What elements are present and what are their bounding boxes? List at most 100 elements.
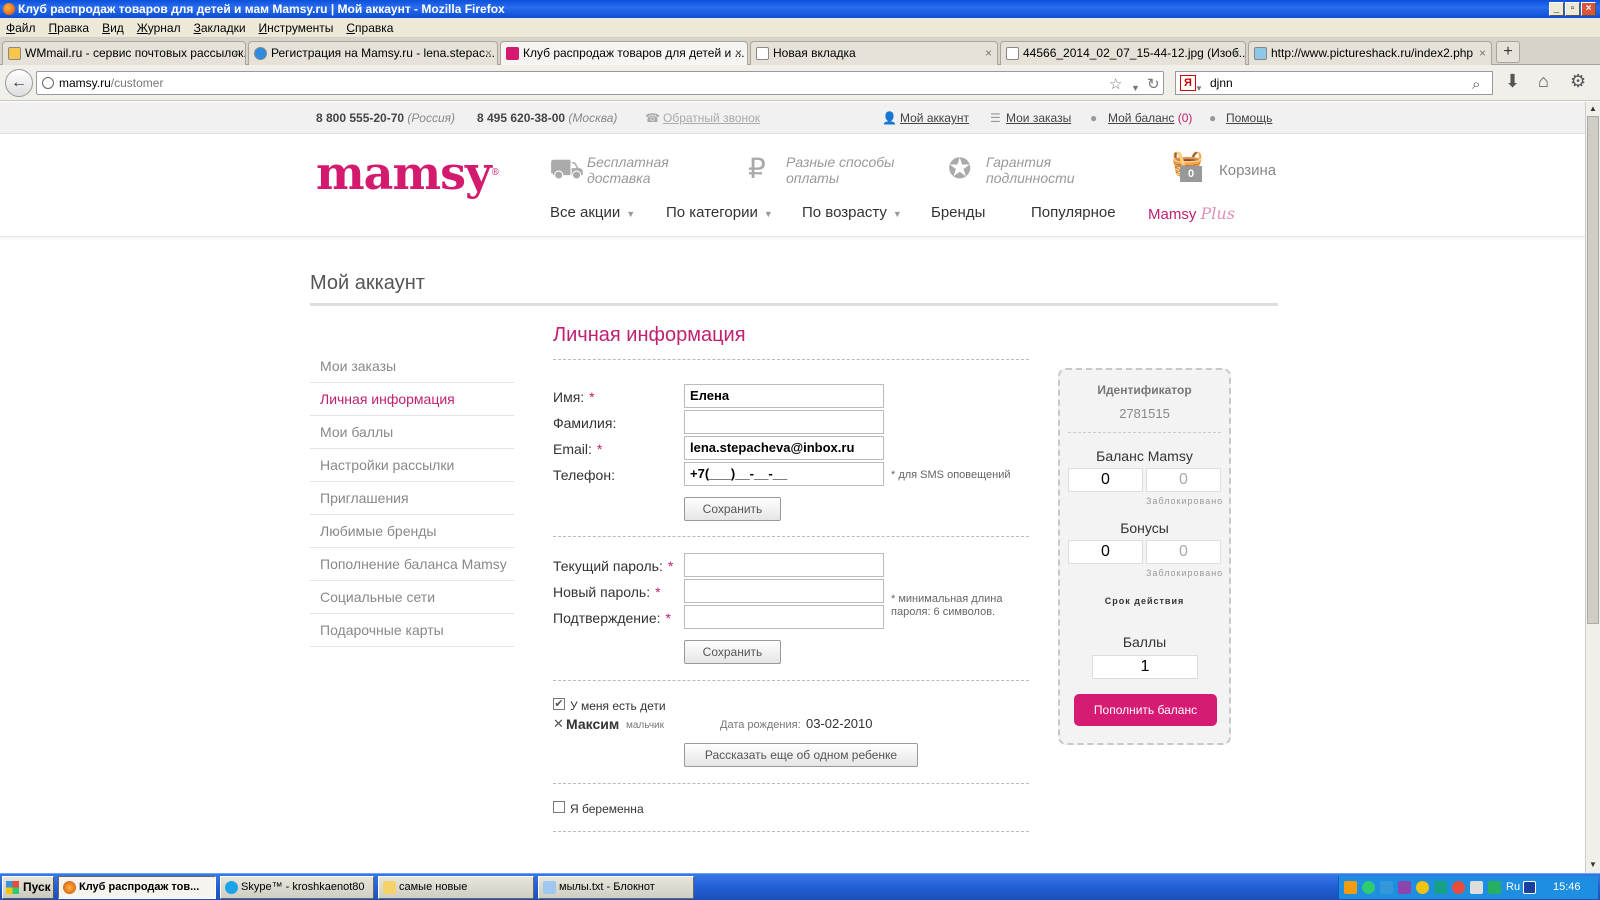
minimize-button[interactable]: _ [1549,2,1564,16]
bookmark-star-icon[interactable]: ☆ [1109,74,1122,96]
yandex-icon[interactable]: Я [1180,75,1196,91]
menu-file[interactable]: Файл [6,18,36,37]
language-indicator[interactable]: Ru [1506,876,1520,899]
password-hint: * минимальная длина пароля: 6 символов. [891,593,1003,618]
tab-registration[interactable]: Регистрация на Mamsy.ru - lena.stepac...… [248,41,498,65]
new-tab-button[interactable]: + [1496,41,1520,63]
save-personal-button[interactable]: Сохранить [684,497,781,521]
close-tab-icon[interactable]: × [1479,42,1486,64]
sidebar-item-favorite-brands[interactable]: Любимые бренды [310,515,514,548]
close-tab-icon[interactable]: × [485,42,492,64]
maximize-button[interactable]: ▫ [1565,2,1580,16]
tray-app-icon[interactable] [1523,881,1536,894]
tray-app-icon[interactable] [1362,881,1375,894]
nav-categories[interactable]: По категории ▼ [666,204,773,221]
scroll-down-icon[interactable]: ▼ [1586,858,1600,872]
reload-icon[interactable]: ↻ [1147,74,1160,96]
close-tab-icon[interactable]: × [1233,42,1240,64]
tab-image[interactable]: 44566_2014_02_07_15-44-12.jpg (Изоб... × [1000,41,1246,65]
logo-text: mamsy [316,146,492,200]
nav-all-sales[interactable]: Все акции ▼ [550,204,635,221]
has-children-checkbox[interactable]: ✔ [553,698,565,710]
search-input[interactable]: Я ▼ djnn ⌕ [1175,71,1493,95]
cart-button[interactable]: 🧺 0 Корзина [1171,148,1276,182]
sidebar-item-social[interactable]: Социальные сети [310,581,514,614]
tray-app-icon[interactable] [1470,881,1483,894]
page-scrollbar[interactable]: ▲ ▼ [1585,102,1600,873]
nav-brands[interactable]: Бренды [931,204,985,221]
nav-popular[interactable]: Популярное [1031,204,1116,221]
first-name-field[interactable]: Елена [684,384,884,408]
help-link[interactable]: Помощь [1226,102,1272,134]
taskbar-label: Клуб распродаж тов... [79,881,200,893]
tray-app-icon[interactable] [1398,881,1411,894]
close-tab-icon[interactable]: × [735,42,742,64]
nav-by-age[interactable]: По возрасту ▼ [802,204,902,221]
tab-wmmail[interactable]: WMmail.ru - сервис почтовых рассылок... … [2,41,246,65]
tray-app-icon[interactable] [1380,881,1393,894]
tray-app-icon[interactable] [1344,881,1357,894]
orders-list-icon: ☰ [990,111,1001,125]
tray-app-icon[interactable] [1434,881,1447,894]
menu-bookmarks[interactable]: Закладки [194,18,246,37]
search-engine-dropdown-icon[interactable]: ▼ [1195,78,1203,100]
close-tab-icon[interactable]: × [985,42,992,64]
current-password-field[interactable] [684,553,884,577]
search-icon[interactable]: ⌕ [1472,74,1480,96]
menu-view[interactable]: Вид [102,18,124,37]
topup-balance-button[interactable]: Пополнить баланс [1074,694,1217,726]
tab-pictureshack[interactable]: http://www.pictureshack.ru/index2.php × [1248,41,1492,65]
tab-label: Регистрация на Mamsy.ru - lena.stepac... [271,46,495,60]
back-button[interactable]: ← [5,69,33,97]
taskbar-item-folder[interactable]: самые новые [378,876,534,899]
my-account-link[interactable]: Мой аккаунт [900,102,969,134]
history-dropdown-icon[interactable]: ▼ [1131,77,1140,99]
taskbar-item-skype[interactable]: Skype™ - kroshkaenot80 [220,876,374,899]
sidebar-item-orders[interactable]: Мои заказы [310,350,514,383]
add-child-button[interactable]: Рассказать еще об одном ребенке [684,743,918,767]
my-orders-link[interactable]: Мои заказы [1006,102,1071,134]
scroll-up-icon[interactable]: ▲ [1586,102,1600,116]
tray-app-icon[interactable] [1452,881,1465,894]
remove-child-icon[interactable]: ✕ [553,716,564,732]
tray-app-icon[interactable] [1488,881,1501,894]
menu-help[interactable]: Справка [346,18,393,37]
sidebar-item-invitations[interactable]: Приглашения [310,482,514,515]
sidebar-item-points[interactable]: Мои баллы [310,416,514,449]
mamsy-logo[interactable]: mamsy® [316,148,504,198]
menu-history[interactable]: Журнал [137,18,181,37]
email-field[interactable]: lena.stepacheva@inbox.ru [684,436,884,460]
tab-label: http://www.pictureshack.ru/index2.php [1271,46,1474,60]
tab-mamsy-active[interactable]: Клуб распродаж товаров для детей и ... × [500,41,748,66]
taskbar-item-notepad[interactable]: мылы.txt - Блокнот [538,876,694,899]
sidebar-item-mailing-settings[interactable]: Настройки рассылки [310,449,514,482]
first-name-label: Имя: * [553,389,595,405]
confirm-password-field[interactable] [684,605,884,629]
downloads-icon[interactable]: ⬇ [1505,71,1520,92]
menu-edit[interactable]: Правка [49,18,90,37]
last-name-field[interactable] [684,410,884,434]
callback-link[interactable]: Обратный звонок [663,102,760,134]
clock: 15:46 [1553,881,1581,893]
tab-new[interactable]: Новая вкладка × [750,41,998,65]
menu-tools[interactable]: Инструменты [259,18,334,37]
phone-field[interactable]: +7(___)__-__-__ [684,462,884,486]
sidebar-item-gift-cards[interactable]: Подарочные карты [310,614,514,647]
addon-icon[interactable]: ⚙ [1570,71,1586,92]
home-icon[interactable]: ⌂ [1538,71,1549,92]
start-button[interactable]: Пуск [2,876,54,899]
nav-mamsy-plus[interactable]: Mamsy Plus [1148,204,1235,223]
tray-app-icon[interactable] [1416,881,1429,894]
sidebar-item-topup-balance[interactable]: Пополнение баланса Mamsy [310,548,514,581]
new-password-field[interactable] [684,579,884,603]
pregnant-checkbox[interactable] [553,801,565,813]
save-password-button[interactable]: Сохранить [684,640,781,664]
scroll-thumb[interactable] [1587,116,1599,624]
locked-label: Заблокировано [1146,568,1224,578]
close-window-button[interactable]: × [1581,2,1596,16]
taskbar-item-firefox[interactable]: Клуб распродаж тов... [58,876,216,899]
close-tab-icon[interactable]: × [233,42,240,64]
my-balance-link[interactable]: Мой баланс [1108,111,1174,125]
address-bar[interactable]: mamsy.ru/customer ☆ ▼ ↻ [36,71,1164,95]
sidebar-item-personal-info[interactable]: Личная информация [310,383,514,416]
